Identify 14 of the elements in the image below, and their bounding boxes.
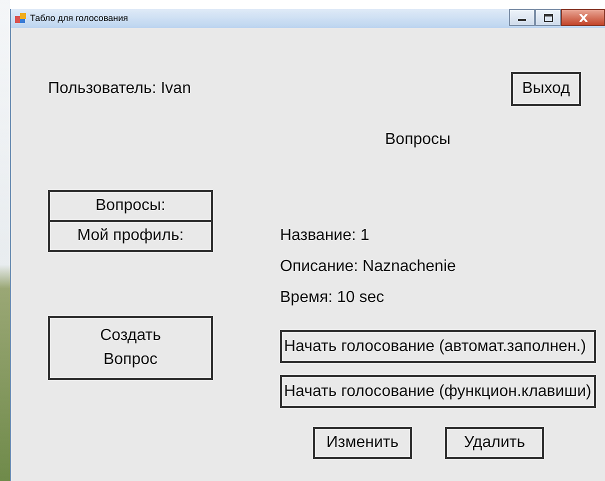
start-voting-button[interactable]: Начать голосование (функцион.клавиши) [280, 375, 596, 408]
nav-button[interactable]: Вопросы: [48, 190, 213, 222]
delete-button[interactable]: Удалить [445, 427, 544, 459]
detail-label: Время: 10 sec [280, 288, 386, 308]
section-title: Вопросы [385, 130, 452, 150]
create-question-button[interactable]: Создать Вопрос [48, 316, 213, 380]
user-label: Пользователь: Ivan [48, 79, 191, 99]
exit-button[interactable]: Выход [511, 72, 581, 106]
detail-label: Описание: Naznachenie [280, 257, 457, 277]
window-title: Табло для голосования [30, 14, 128, 23]
edit-button[interactable]: Изменить [313, 427, 412, 459]
detail-label: Название: 1 [280, 226, 370, 246]
start-voting-button[interactable]: Начать голосование (автомат.заполнен.) [280, 330, 596, 363]
nav-button[interactable]: Мой профиль: [48, 220, 213, 252]
